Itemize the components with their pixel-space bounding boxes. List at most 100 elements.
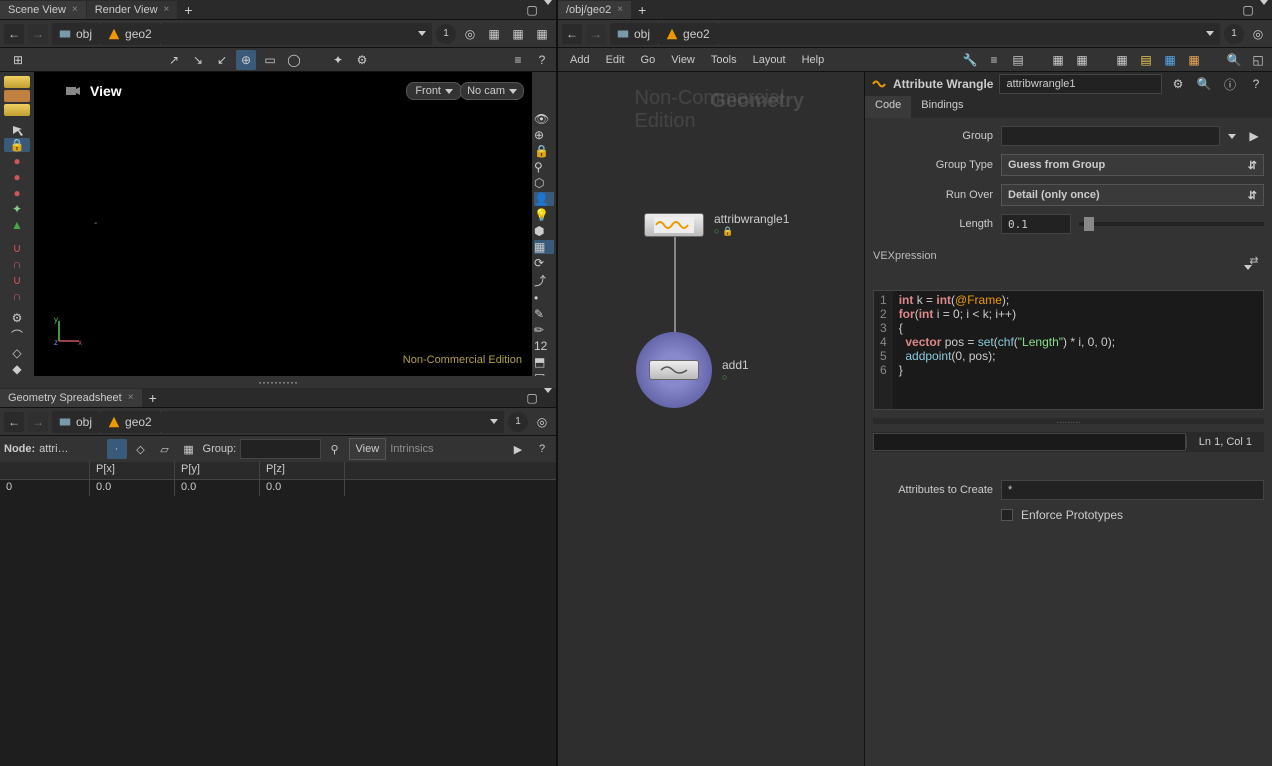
close-icon[interactable]: × <box>128 392 134 403</box>
tool-box[interactable] <box>4 104 30 116</box>
btn2-icon[interactable]: ▦ <box>508 24 528 44</box>
filter-icon[interactable]: ⚲ <box>325 439 345 459</box>
rt3[interactable]: 🔒 <box>534 144 554 158</box>
col-py[interactable]: P[y] <box>175 462 260 479</box>
menu-icon[interactable] <box>544 388 552 393</box>
rt16[interactable]: ⬒ <box>534 355 554 369</box>
maximize-icon[interactable]: ▢ <box>522 0 542 20</box>
help-icon[interactable]: ? <box>532 439 552 459</box>
tool-m3[interactable]: ∪ <box>4 273 30 287</box>
info-icon[interactable]: ⓘ <box>1220 74 1240 94</box>
tool-red2[interactable]: ● <box>4 170 30 184</box>
back-button[interactable]: ← <box>4 24 24 44</box>
snap3-icon[interactable]: ↙ <box>212 50 232 70</box>
wrench-icon[interactable]: 🔧 <box>960 50 980 70</box>
add-tab-button[interactable]: + <box>143 388 163 408</box>
length-input[interactable] <box>1001 214 1071 234</box>
help-icon[interactable]: ? <box>1246 74 1266 94</box>
menu-tools[interactable]: Tools <box>703 52 745 68</box>
forward-button[interactable]: → <box>586 24 606 44</box>
tab-spreadsheet[interactable]: Geometry Spreadsheet × <box>0 389 142 407</box>
btn3-icon[interactable]: ▦ <box>532 24 552 44</box>
close-icon[interactable]: × <box>72 4 78 15</box>
rt13[interactable]: ✎ <box>534 307 554 321</box>
forward-button[interactable]: → <box>28 24 48 44</box>
arrow-icon[interactable] <box>4 124 30 136</box>
gear-icon[interactable]: ⚙ <box>352 50 372 70</box>
note-icon[interactable]: ▤ <box>1136 50 1156 70</box>
rt6[interactable]: 👤 <box>534 192 554 206</box>
tool-m1[interactable]: ∪ <box>4 241 30 255</box>
tool-c3[interactable]: ◆ <box>4 362 30 376</box>
gear-icon[interactable]: ⚙ <box>1168 74 1188 94</box>
rt5[interactable]: ⬡ <box>534 176 554 190</box>
tab-code[interactable]: Code <box>865 96 911 118</box>
crumb-dropdown-icon[interactable] <box>418 31 426 36</box>
rt7[interactable]: 💡 <box>534 208 554 222</box>
img-icon[interactable]: ▦ <box>1160 50 1180 70</box>
light-icon[interactable]: ✦ <box>328 50 348 70</box>
rt10[interactable]: ⟳ <box>534 256 554 270</box>
runover-select[interactable]: Detail (only once) ⇵ <box>1001 184 1264 206</box>
menu-go[interactable]: Go <box>633 52 664 68</box>
3d-viewport[interactable]: View Front No cam - y x z Non-Commercial… <box>34 72 532 376</box>
network-graph[interactable]: Non-Commercial Edition Geometry attribwr… <box>558 72 864 766</box>
intrinsics-label[interactable]: Intrinsics <box>390 443 433 455</box>
splitter[interactable]: ·········· <box>0 376 556 388</box>
col-pz[interactable]: P[z] <box>260 462 345 479</box>
snap5-icon[interactable]: ▭ <box>260 50 280 70</box>
detail-icon[interactable]: ▦ <box>179 439 199 459</box>
prims-icon[interactable]: ▱ <box>155 439 175 459</box>
rt8[interactable]: ⬢ <box>534 224 554 238</box>
group-dropdown-icon[interactable] <box>1228 134 1236 139</box>
back-button[interactable]: ← <box>4 412 24 432</box>
play-icon[interactable]: ▶ <box>508 439 528 459</box>
group-input[interactable] <box>240 439 320 459</box>
code-body[interactable]: int k = int(@Frame);for(int i = 0; i < k… <box>893 291 1263 409</box>
add-tab-button[interactable]: + <box>632 0 652 20</box>
rt1[interactable]: 👁 <box>534 112 554 126</box>
rt11[interactable]: ⤴ <box>534 272 554 289</box>
node-attribwrangle[interactable]: attribwrangle1 ○ 🔒 <box>644 212 789 237</box>
grid-icon[interactable]: ⊞ <box>8 50 28 70</box>
attrs-input[interactable] <box>1001 480 1264 500</box>
maximize-icon[interactable]: ▢ <box>522 388 542 408</box>
points-icon[interactable]: · <box>107 439 127 459</box>
help-icon[interactable]: ? <box>532 50 552 70</box>
grouptype-select[interactable]: Guess from Group ⇵ <box>1001 154 1264 176</box>
tool-red3[interactable]: ● <box>4 186 30 200</box>
overview-icon[interactable]: ◱ <box>1248 50 1268 70</box>
palette1-icon[interactable]: ▦ <box>1112 50 1132 70</box>
box-icon[interactable]: ▦ <box>1184 50 1204 70</box>
gear-tool[interactable]: ⚙ <box>4 311 30 325</box>
tool-tree[interactable]: ▲ <box>4 218 30 232</box>
nav-count[interactable]: 1 <box>1224 24 1244 44</box>
rt9[interactable]: ▦ <box>534 240 554 254</box>
tool-m4[interactable]: ∩ <box>4 289 30 303</box>
menu-icon[interactable] <box>544 0 552 5</box>
menu-icon[interactable] <box>1260 0 1268 5</box>
lock-tool[interactable]: 🔒 <box>4 138 30 152</box>
rt14[interactable]: ✏ <box>534 323 554 337</box>
breadcrumb[interactable]: obj geo2 <box>52 23 432 45</box>
nav-count[interactable]: 1 <box>508 412 528 432</box>
rt2[interactable]: ⊕ <box>534 128 554 142</box>
btn1-icon[interactable]: ▦ <box>484 24 504 44</box>
length-slider[interactable] <box>1079 222 1264 226</box>
menu-edit[interactable]: Edit <box>598 52 633 68</box>
crumb-dropdown-icon[interactable] <box>490 419 498 424</box>
tool-m2[interactable]: ∩ <box>4 257 30 271</box>
status-input[interactable] <box>873 433 1186 451</box>
tab-bindings[interactable]: Bindings <box>911 96 973 118</box>
back-button[interactable]: ← <box>562 24 582 44</box>
rt4[interactable]: ⚲ <box>534 160 554 174</box>
group-input[interactable] <box>1001 126 1220 146</box>
vex-editor[interactable]: 123456 int k = int(@Frame);for(int i = 0… <box>873 290 1264 410</box>
col-index[interactable] <box>0 462 90 479</box>
snap1-icon[interactable]: ↗ <box>164 50 184 70</box>
tool-brush[interactable] <box>4 90 30 102</box>
snap2-icon[interactable]: ↘ <box>188 50 208 70</box>
crumb-dropdown-icon[interactable] <box>1206 31 1214 36</box>
nav-count[interactable]: 1 <box>436 24 456 44</box>
col-px[interactable]: P[x] <box>90 462 175 479</box>
